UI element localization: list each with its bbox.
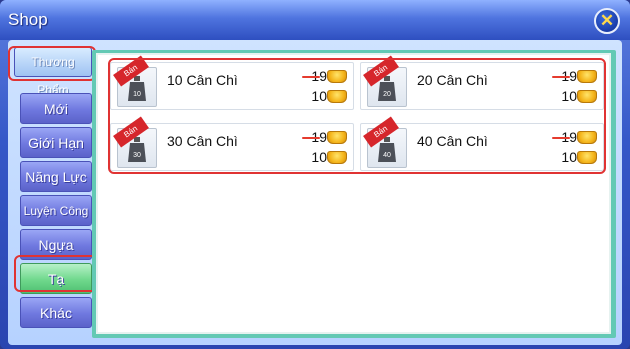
tab-gioi-han[interactable]: Giới Hạn [20,127,92,158]
highlight-items [108,58,606,174]
category-tabs: Thương Phẩm Mới Giới Hạn Năng Lực Luyện … [12,45,98,345]
tab-moi[interactable]: Mới [20,93,92,124]
window-title: Shop [8,10,48,29]
tab-khac[interactable]: Khác [20,297,92,328]
title-bar: Shop ✕ [0,0,630,40]
shop-window: Shop ✕ Thương Phẩm Mới Giới Hạn Năng Lực… [0,0,630,349]
highlight-thuong-pham [8,46,96,81]
tab-luyen-cong[interactable]: Luyện Công [20,195,92,226]
tab-nang-luc[interactable]: Năng Lực [20,161,92,192]
highlight-ta [14,255,98,292]
close-icon[interactable]: ✕ [594,8,620,34]
